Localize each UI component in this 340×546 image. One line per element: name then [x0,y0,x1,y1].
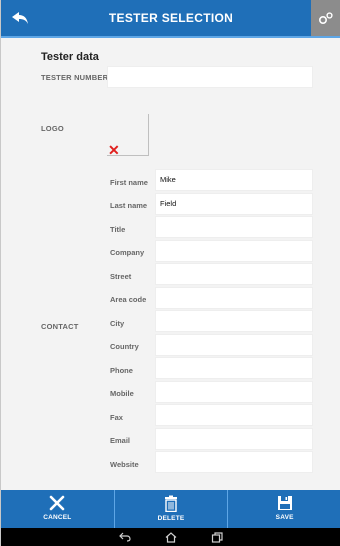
website-field[interactable] [155,451,313,473]
save-label: SAVE [275,514,294,521]
first-name-field[interactable]: Mike [155,169,313,191]
country-label: Country [110,342,139,351]
logo-label: LOGO [41,124,64,133]
cancel-label: CANCEL [43,514,72,521]
area-code-field[interactable] [155,287,313,309]
last-name-label: Last name [110,201,148,210]
phone-field[interactable] [155,357,313,379]
website-label: Website [110,460,139,469]
country-field[interactable] [155,334,313,356]
city-field[interactable] [155,310,313,332]
email-field[interactable] [155,428,313,450]
save-disk-icon [277,496,292,510]
first-name-label: First name [110,178,148,187]
section-title: Tester data [41,51,99,63]
fax-label: Fax [110,413,123,422]
settings-icon [318,12,333,25]
page-title: TESTER SELECTION [108,11,234,25]
delete-label: DELETE [157,515,185,522]
form-content: Tester data TESTER NUMBER LOGO ✕ CONTACT… [1,38,340,490]
delete-button[interactable]: DELETE [115,490,229,528]
back-arrow-icon [12,12,28,24]
email-label: Email [110,436,131,445]
app-window: TESTER SELECTION Tester data TESTER NUMB… [0,0,340,546]
tester-number-label: TESTER NUMBER [41,73,109,82]
trash-icon [165,495,177,512]
city-label: City [110,319,125,328]
nav-home-icon[interactable] [165,531,177,543]
save-button[interactable]: SAVE [228,490,340,528]
nav-recents-icon[interactable] [211,531,223,543]
mobile-field[interactable] [155,381,313,403]
last-name-field[interactable]: Field [155,193,313,215]
close-icon [50,495,65,511]
tester-number-field[interactable] [107,66,313,88]
street-field[interactable] [155,263,313,285]
cancel-button[interactable]: CANCEL [1,490,115,528]
company-field[interactable] [155,240,313,262]
header-bar: TESTER SELECTION [1,0,340,38]
area-code-label: Area code [110,295,147,304]
title-label: Title [110,225,126,234]
title-field[interactable] [155,216,313,238]
street-label: Street [110,272,132,281]
system-nav-bar [1,528,340,546]
mobile-label: Mobile [110,389,134,398]
back-button[interactable] [1,0,39,36]
contact-label: CONTACT [41,322,79,331]
phone-label: Phone [110,366,133,375]
fax-field[interactable] [155,404,313,426]
settings-button[interactable] [311,0,340,36]
nav-back-icon[interactable] [119,532,131,542]
remove-x-icon[interactable]: ✕ [108,143,120,157]
company-label: Company [110,248,145,257]
action-bar: CANCEL DELETE SAVE [1,490,340,528]
